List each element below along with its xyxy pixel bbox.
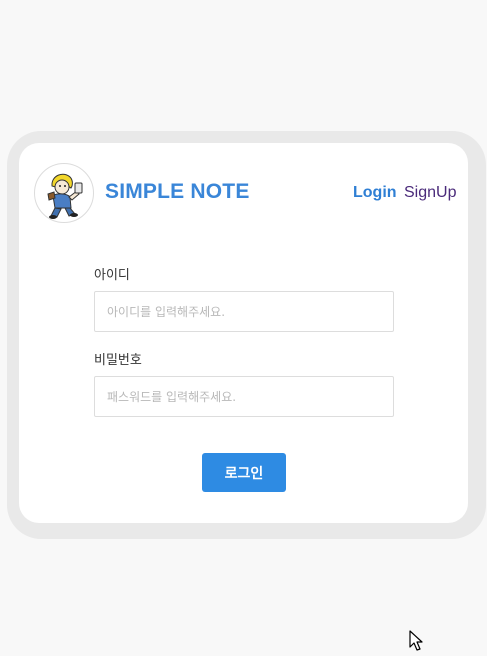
login-card-frame: SIMPLE NOTE Login SignUp 아이디 비밀번호 로그인 <box>7 131 486 539</box>
id-label: 아이디 <box>94 268 130 283</box>
login-card: SIMPLE NOTE Login SignUp 아이디 비밀번호 로그인 <box>19 143 468 523</box>
mascot-logo-icon[interactable] <box>34 163 94 223</box>
nav-login-link[interactable]: Login <box>353 184 397 202</box>
nav-signup-link[interactable]: SignUp <box>404 184 456 202</box>
id-input[interactable] <box>94 291 394 332</box>
brand-title: SIMPLE NOTE <box>105 180 250 203</box>
password-input[interactable] <box>94 376 394 417</box>
password-label: 비밀번호 <box>94 353 142 368</box>
mouse-cursor-icon <box>409 630 423 656</box>
login-button[interactable]: 로그인 <box>202 453 286 492</box>
